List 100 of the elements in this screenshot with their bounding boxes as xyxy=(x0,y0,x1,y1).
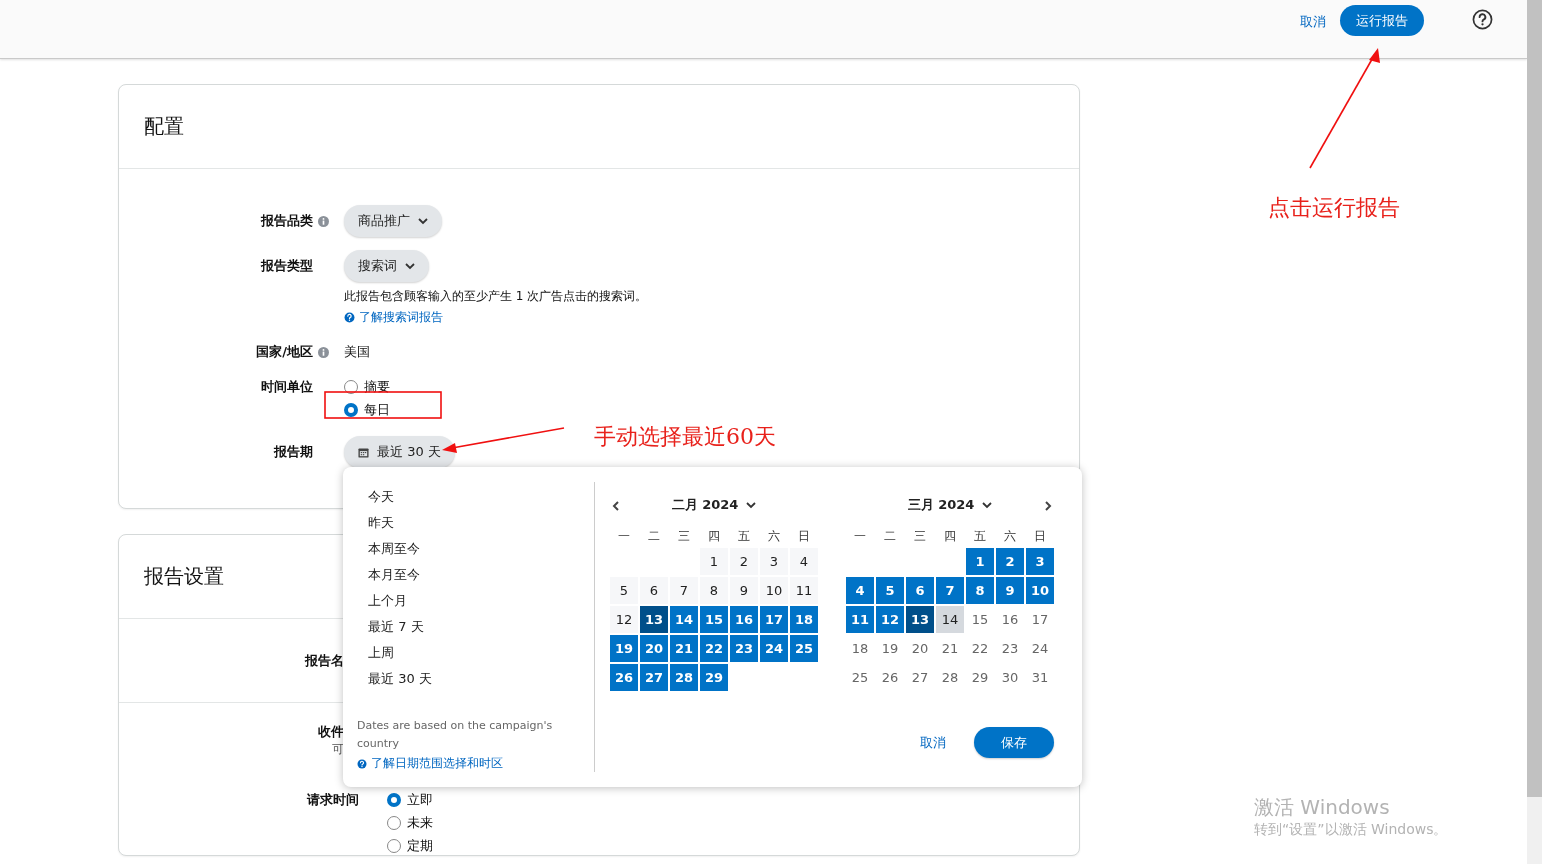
dropdown-button[interactable]: 搜索词 xyxy=(344,250,429,282)
calendar-day[interactable]: 7 xyxy=(936,577,964,604)
calendar-day[interactable]: 31 xyxy=(1026,664,1054,691)
calendar-day[interactable]: 26 xyxy=(876,664,904,691)
calendar-day[interactable]: 12 xyxy=(876,606,904,633)
radio-option[interactable]: 立即 xyxy=(387,791,433,809)
calendar-day[interactable]: 16 xyxy=(730,606,758,633)
calendar-day[interactable]: 17 xyxy=(1026,606,1054,633)
calendar-day[interactable]: 19 xyxy=(610,635,638,662)
radio-option[interactable]: 摘要 xyxy=(344,378,390,396)
calendar-day[interactable]: 28 xyxy=(936,664,964,691)
calendar-day[interactable]: 6 xyxy=(906,577,934,604)
calendar-day[interactable]: 8 xyxy=(700,577,728,604)
calendar-day[interactable]: 3 xyxy=(1026,548,1054,575)
help-link[interactable]: 了解日期范围选择和时区 xyxy=(357,755,594,772)
calendar-day[interactable]: 20 xyxy=(906,635,934,662)
dropdown-button[interactable]: 商品推广 xyxy=(344,205,442,237)
calendar-day[interactable]: 14 xyxy=(936,606,964,633)
calendar-day[interactable]: 18 xyxy=(790,606,818,633)
calendar-day[interactable]: 2 xyxy=(996,548,1024,575)
calendar-day[interactable]: 13 xyxy=(640,606,668,633)
calendar-day[interactable]: 4 xyxy=(846,577,874,604)
calendar-day[interactable]: 1 xyxy=(966,548,994,575)
weekday-label: 四 xyxy=(943,528,957,545)
radio-option[interactable]: 定期 xyxy=(387,837,433,855)
note-text: Dates are based on the campaign's country xyxy=(357,718,554,752)
calendar-day[interactable]: 1 xyxy=(700,548,728,575)
calendar-day[interactable]: 22 xyxy=(966,635,994,662)
calendar-day[interactable]: 18 xyxy=(846,635,874,662)
preset-option[interactable]: 本周至今 xyxy=(368,536,420,562)
calendar-day[interactable]: 10 xyxy=(760,577,788,604)
calendar-day[interactable]: 8 xyxy=(966,577,994,604)
calendar-day[interactable]: 24 xyxy=(760,635,788,662)
calendar-day[interactable]: 20 xyxy=(640,635,668,662)
radio-option[interactable]: 未来 xyxy=(387,814,433,832)
calendar-day[interactable]: 9 xyxy=(730,577,758,604)
help-link[interactable]: 了解搜索词报告 xyxy=(344,309,648,326)
cancel-link[interactable]: 取消 xyxy=(1300,13,1326,31)
weekday-label: 五 xyxy=(973,528,987,545)
help-icon[interactable] xyxy=(1472,9,1493,30)
calendar-day[interactable]: 24 xyxy=(1026,635,1054,662)
calendar-day[interactable]: 29 xyxy=(966,664,994,691)
radio-option[interactable]: 每日 xyxy=(344,401,390,419)
preset-option[interactable]: 本月至今 xyxy=(368,562,420,588)
calendar-day[interactable]: 12 xyxy=(610,606,638,633)
preset-option[interactable]: 最近 30 天 xyxy=(368,666,432,692)
chevron-down-icon xyxy=(982,501,993,509)
weekday-label: 二 xyxy=(647,528,661,545)
weekday-label: 日 xyxy=(797,528,811,545)
calendar-day[interactable]: 4 xyxy=(790,548,818,575)
calendar-day[interactable]: 16 xyxy=(996,606,1024,633)
next-month-button[interactable] xyxy=(1043,499,1054,513)
calendar-day[interactable]: 9 xyxy=(996,577,1024,604)
calendar-day[interactable]: 14 xyxy=(670,606,698,633)
calendar-day[interactable]: 6 xyxy=(640,577,668,604)
calendar-day[interactable]: 11 xyxy=(790,577,818,604)
calendar-day[interactable]: 5 xyxy=(876,577,904,604)
calendar-day[interactable]: 15 xyxy=(700,606,728,633)
date-range-button[interactable]: 最近 30 天 xyxy=(344,436,455,468)
calendar-day[interactable]: 23 xyxy=(730,635,758,662)
calendar-day[interactable]: 3 xyxy=(760,548,788,575)
calendar-day[interactable]: 19 xyxy=(876,635,904,662)
weekday-label: 五 xyxy=(737,528,751,545)
preset-option[interactable]: 昨天 xyxy=(368,510,394,536)
calendar-day[interactable]: 27 xyxy=(640,664,668,691)
calendar-day[interactable]: 26 xyxy=(610,664,638,691)
calendar-day[interactable]: 7 xyxy=(670,577,698,604)
calendar-day[interactable]: 5 xyxy=(610,577,638,604)
preset-option[interactable]: 最近 7 天 xyxy=(368,614,424,640)
activation-title: 激活 Windows xyxy=(1254,794,1391,821)
calendar-day[interactable]: 22 xyxy=(700,635,728,662)
calendar-day[interactable]: 11 xyxy=(846,606,874,633)
calendar-day[interactable]: 27 xyxy=(906,664,934,691)
month-selector[interactable]: 二月 2024 xyxy=(671,496,757,514)
preset-option[interactable]: 上周 xyxy=(368,640,394,666)
preset-option[interactable]: 今天 xyxy=(368,484,394,510)
weekday-label: 一 xyxy=(853,528,867,545)
save-button[interactable]: 保存 xyxy=(974,727,1054,758)
calendar-day[interactable]: 21 xyxy=(936,635,964,662)
run-report-button[interactable]: 运行报告 xyxy=(1340,5,1424,36)
previous-month-button[interactable] xyxy=(610,499,621,513)
cancel-link[interactable]: 取消 xyxy=(920,733,946,752)
calendar-day[interactable]: 23 xyxy=(996,635,1024,662)
calendar-day[interactable]: 21 xyxy=(670,635,698,662)
calendar-day[interactable]: 25 xyxy=(790,635,818,662)
calendar-day[interactable]: 25 xyxy=(846,664,874,691)
calendar-day[interactable]: 29 xyxy=(700,664,728,691)
weekday-label: 四 xyxy=(707,528,721,545)
month-selector[interactable]: 三月 2024 xyxy=(907,496,993,514)
weekday-label: 三 xyxy=(677,528,691,545)
calendar-day[interactable]: 2 xyxy=(730,548,758,575)
calendar-day[interactable]: 15 xyxy=(966,606,994,633)
calendar-day[interactable]: 30 xyxy=(996,664,1024,691)
calendar-day[interactable]: 13 xyxy=(906,606,934,633)
calendar-day[interactable]: 10 xyxy=(1026,577,1054,604)
calendar-day[interactable]: 17 xyxy=(760,606,788,633)
help-icon xyxy=(357,758,367,769)
calendar-day[interactable]: 28 xyxy=(670,664,698,691)
preset-option[interactable]: 上个月 xyxy=(368,588,407,614)
field-label: 收件 xyxy=(318,723,344,741)
